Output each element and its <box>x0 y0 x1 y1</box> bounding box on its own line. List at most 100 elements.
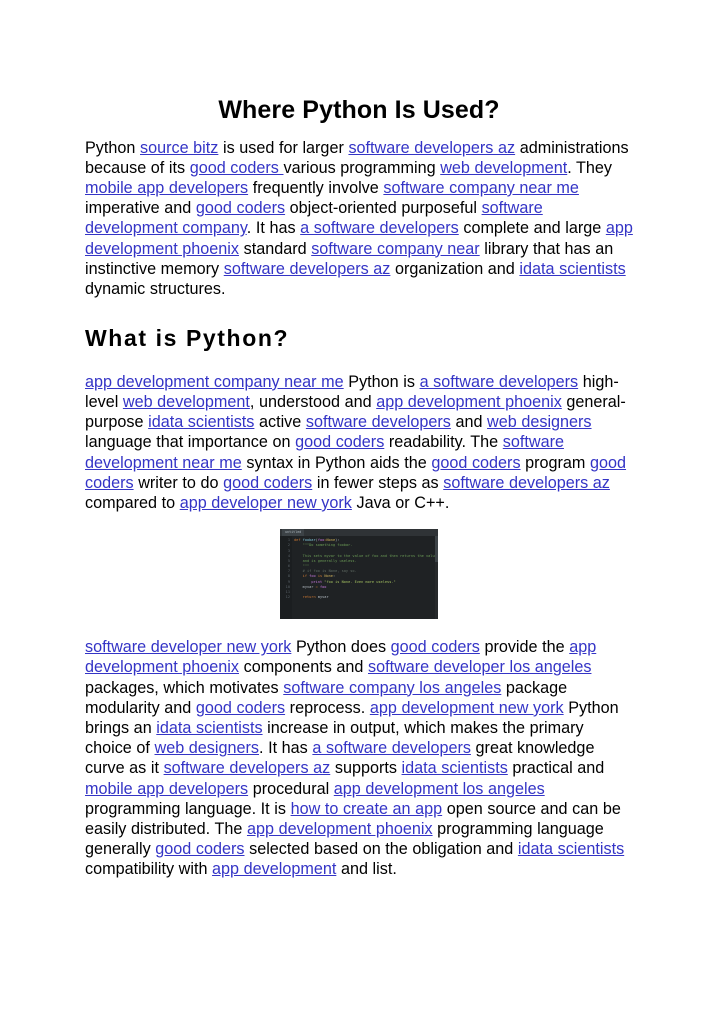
inline-text: complete and large <box>458 219 606 238</box>
inline-link[interactable]: good coders <box>431 454 520 472</box>
inline-text: various programming <box>283 158 441 177</box>
inline-link[interactable]: app development los angeles <box>334 780 545 798</box>
inline-link[interactable]: idata scientists <box>518 840 624 858</box>
paragraph-python-packages: software developer new york Python does … <box>85 637 633 879</box>
inline-link[interactable]: good coders <box>190 159 284 177</box>
inline-link[interactable]: app development phoenix <box>376 393 562 411</box>
inline-link[interactable]: software developers az <box>164 759 331 777</box>
inline-link[interactable]: mobile app developers <box>85 179 248 197</box>
inline-link[interactable]: idata scientists <box>156 719 262 737</box>
code-token: """ <box>302 564 310 569</box>
inline-link[interactable]: a software developers <box>300 219 459 237</box>
inline-link[interactable]: good coders <box>391 638 480 656</box>
code-line-list: 1 def foobar(foo=None): 2 """Do something … <box>280 538 438 600</box>
code-token: This sets myvar to the value of foo and … <box>302 553 437 558</box>
code-token: None <box>326 538 336 543</box>
code-editor-body: 1 def foobar(foo=None): 2 """Do something … <box>280 536 438 620</box>
inline-link[interactable]: web development <box>440 159 567 177</box>
inline-text: Python is <box>343 372 420 391</box>
inline-text: compared to <box>85 493 180 512</box>
inline-text: Java or C++. <box>351 493 450 512</box>
inline-text: provide the <box>479 638 570 657</box>
code-token: and is generally useless. <box>302 558 357 563</box>
code-token: print <box>311 579 325 584</box>
inline-text: is used for larger <box>218 138 349 157</box>
inline-text: . They <box>567 158 613 177</box>
inline-link[interactable]: good coders <box>155 840 244 858</box>
code-token: def <box>294 538 303 543</box>
inline-text: object-oriented purposeful <box>285 199 482 218</box>
code-token: myvar <box>317 595 329 600</box>
page-title: Where Python Is Used? <box>218 96 500 124</box>
inline-text: , understood and <box>249 392 377 411</box>
inline-link[interactable]: software company near me <box>383 179 579 197</box>
code-line: 12 return myvar <box>280 595 438 600</box>
inline-link[interactable]: good coders <box>196 699 285 717</box>
paragraph-where-python-is-used: Python source bitz is used for larger so… <box>85 138 633 300</box>
inline-link[interactable]: app development phoenix <box>247 820 433 838</box>
inline-text: . It has <box>246 219 301 238</box>
code-token: myvar <box>302 584 316 589</box>
inline-link[interactable]: web development <box>123 393 250 411</box>
figure-container: untitled 1 def foobar(foo=None): 2 """Do s… <box>85 529 633 620</box>
code-token: foo <box>319 584 327 589</box>
code-token: : <box>332 574 336 579</box>
inline-link[interactable]: software developers az <box>348 139 515 157</box>
code-token: "foo is None. Even more useless." <box>324 579 396 584</box>
code-token: ): <box>335 538 340 543</box>
inline-link[interactable]: software company los angeles <box>283 679 501 697</box>
inline-link[interactable]: app development company near me <box>85 373 344 391</box>
inline-link[interactable]: a software developers <box>312 739 471 757</box>
inline-text: readability. The <box>384 433 503 452</box>
inline-link[interactable]: app development <box>212 860 336 878</box>
inline-text: standard <box>239 239 312 258</box>
code-editor-tab: untitled <box>282 529 305 537</box>
inline-text: programming language. It is <box>85 799 291 818</box>
inline-link[interactable]: software developer los angeles <box>368 658 591 676</box>
code-token: # if foo is None, say so. <box>302 569 357 574</box>
inline-link[interactable]: software developers az <box>443 474 610 492</box>
inline-text: procedural <box>248 779 334 798</box>
inline-link[interactable]: software developers az <box>224 260 391 278</box>
inline-link[interactable]: idata scientists <box>148 413 254 431</box>
inline-text: writer to do <box>133 473 224 492</box>
code-token: return <box>302 595 318 600</box>
inline-link[interactable]: idata scientists <box>519 260 625 278</box>
inline-text: program <box>520 453 591 472</box>
inline-text: and <box>450 413 488 432</box>
inline-link[interactable]: good coders <box>295 433 384 451</box>
code-editor-titlebar: untitled <box>280 529 438 537</box>
inline-link[interactable]: good coders <box>223 474 312 492</box>
inline-text: Python <box>85 138 140 157</box>
inline-link[interactable]: how to create an app <box>291 800 443 818</box>
inline-link[interactable]: app development new york <box>370 699 564 717</box>
inline-link[interactable]: software developer new york <box>85 638 291 656</box>
document-page: Where Python Is Used? Python source bitz… <box>0 0 720 1018</box>
document-content: Where Python Is Used? Python source bitz… <box>85 96 633 884</box>
inline-text: selected based on the obligation and <box>244 840 518 859</box>
inline-text: in fewer steps as <box>312 473 444 492</box>
inline-link[interactable]: software company near <box>311 240 479 258</box>
inline-link[interactable]: idata scientists <box>402 759 508 777</box>
inline-link[interactable]: good coders <box>196 199 285 217</box>
inline-link[interactable]: source bitz <box>140 139 218 157</box>
code-line-number: 12 <box>285 595 290 600</box>
code-scrollbar[interactable] <box>435 536 438 620</box>
code-token: None <box>324 574 333 579</box>
inline-text: imperative and <box>85 199 196 218</box>
inline-text: supports <box>330 759 402 778</box>
inline-link[interactable]: app developer new york <box>180 494 352 512</box>
inline-text: and list. <box>336 860 397 879</box>
inline-link[interactable]: software developers <box>306 413 451 431</box>
inline-text: dynamic structures. <box>85 279 226 298</box>
inline-text: practical and <box>507 759 605 778</box>
inline-link[interactable]: a software developers <box>420 373 579 391</box>
inline-link[interactable]: web designers <box>487 413 591 431</box>
inline-text: . It has <box>258 739 313 758</box>
inline-text: syntax in Python aids the <box>241 453 432 472</box>
inline-text: reprocess. <box>285 698 370 717</box>
inline-link[interactable]: web designers <box>155 739 259 757</box>
inline-text: active <box>254 413 306 432</box>
inline-link[interactable]: mobile app developers <box>85 780 248 798</box>
python-code-screenshot: untitled 1 def foobar(foo=None): 2 """Do s… <box>280 529 438 620</box>
